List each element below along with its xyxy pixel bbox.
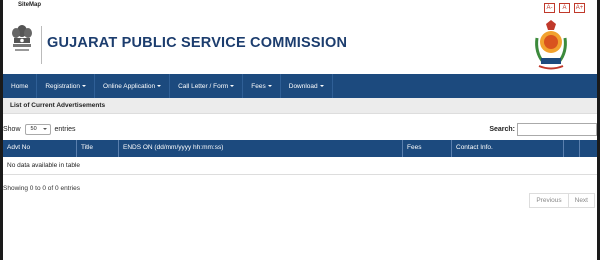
show-label: Show xyxy=(3,126,21,133)
header-divider xyxy=(41,26,42,64)
pagination: Previous Next xyxy=(529,193,595,208)
column-header-extra-2[interactable] xyxy=(580,140,597,157)
font-normal-button[interactable]: A xyxy=(559,3,570,13)
column-header-contact-info[interactable]: Contact Info. xyxy=(452,140,564,157)
site-title: GUJARAT PUBLIC SERVICE COMMISSION xyxy=(47,35,348,51)
nav-call-letter[interactable]: Call Letter / Form xyxy=(170,74,244,98)
nav-fees[interactable]: Fees xyxy=(243,74,281,98)
previous-page-button[interactable]: Previous xyxy=(529,193,569,208)
chevron-down-icon xyxy=(42,128,47,130)
column-header-extra-1[interactable] xyxy=(564,140,580,157)
sitemap-link[interactable]: SiteMap xyxy=(18,2,41,8)
section-header: List of Current Advertisements xyxy=(3,98,597,114)
page-length-control: Show 50 entries xyxy=(3,124,76,135)
page-length-select[interactable]: 50 xyxy=(24,124,51,135)
column-header-title[interactable]: Title xyxy=(77,140,119,157)
column-header-advt-no[interactable]: Advt No xyxy=(3,140,77,157)
empty-table-message: No data available in table xyxy=(7,162,80,169)
nav-download[interactable]: Download xyxy=(281,74,333,98)
table-info: Showing 0 to 0 of 0 entries xyxy=(3,185,80,192)
caret-down-icon xyxy=(267,85,272,87)
nav-online-application[interactable]: Online Application xyxy=(95,74,171,98)
caret-down-icon xyxy=(157,85,162,87)
advertisements-table: Advt No Title ENDS ON (dd/mm/yyyy hh:mm:… xyxy=(3,140,597,175)
search-label: Search: xyxy=(489,126,515,133)
table-row: No data available in table xyxy=(3,157,597,175)
caret-down-icon xyxy=(319,85,324,87)
nav-registration[interactable]: Registration xyxy=(37,74,96,98)
top-bar: SiteMap A- A A+ xyxy=(3,0,597,14)
search-input[interactable] xyxy=(517,123,597,136)
national-emblem-icon xyxy=(12,25,32,51)
caret-down-icon xyxy=(82,85,87,87)
gpsc-logo-icon xyxy=(535,20,567,70)
column-header-ends-on[interactable]: ENDS ON (dd/mm/yyyy hh:mm:ss) xyxy=(119,140,403,157)
column-header-fees[interactable]: Fees xyxy=(403,140,452,157)
entries-label: entries xyxy=(54,126,76,133)
font-decrease-button[interactable]: A- xyxy=(544,3,555,13)
caret-down-icon xyxy=(230,85,235,87)
section-title: List of Current Advertisements xyxy=(10,102,106,109)
table-search: Search: xyxy=(489,123,597,136)
nav-home[interactable]: Home xyxy=(3,74,38,98)
table-header: Advt No Title ENDS ON (dd/mm/yyyy hh:mm:… xyxy=(3,140,597,157)
site-header: GUJARAT PUBLIC SERVICE COMMISSION xyxy=(3,14,597,74)
font-size-controls: A- A A+ xyxy=(544,3,585,13)
main-nav: Home Registration Online Application Cal… xyxy=(3,74,597,98)
page: SiteMap A- A A+ GUJARAT PUBLIC SERVICE C… xyxy=(3,0,597,260)
font-increase-button[interactable]: A+ xyxy=(574,3,585,13)
next-page-button[interactable]: Next xyxy=(568,193,595,208)
